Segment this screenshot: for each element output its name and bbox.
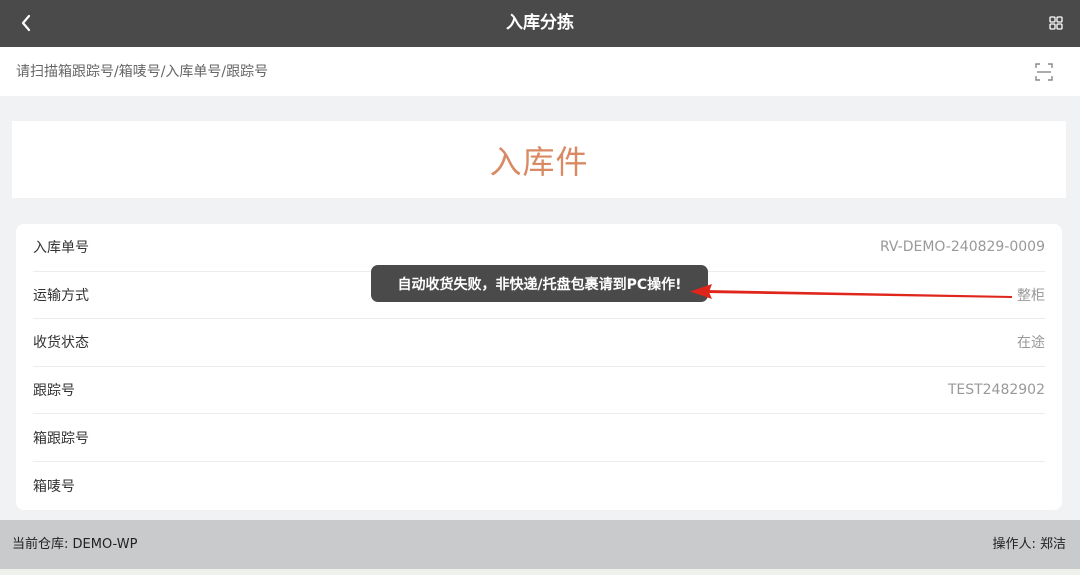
menu-button[interactable] <box>1046 13 1066 33</box>
package-type-card: 入库件 <box>12 121 1066 198</box>
info-label: 入库单号 <box>33 240 89 257</box>
bottom-strip <box>0 569 1080 575</box>
info-value: TEST2482902 <box>947 382 1045 399</box>
info-label: 箱跟踪号 <box>33 430 89 447</box>
info-row-box-mark: 箱唛号 <box>33 462 1045 510</box>
toast-message: 自动收货失败，非快递/托盘包裹请到PC操作! <box>397 276 682 293</box>
info-row-tracking-no: 跟踪号 TEST2482902 <box>33 367 1045 415</box>
info-label: 运输方式 <box>33 287 89 304</box>
error-toast: 自动收货失败，非快递/托盘包裹请到PC操作! <box>371 265 708 302</box>
current-warehouse: 当前仓库: DEMO-WP <box>12 537 138 552</box>
info-label: 跟踪号 <box>33 383 75 400</box>
info-value: 在途 <box>1017 335 1045 352</box>
scan-bar <box>0 47 1080 96</box>
info-value: 整柜 <box>1017 287 1045 304</box>
scan-icon[interactable] <box>1034 62 1054 82</box>
grid-icon <box>1049 16 1063 30</box>
info-value: RV-DEMO-240829-0009 <box>879 239 1045 256</box>
top-nav-bar: 入库分拣 <box>0 0 1080 47</box>
page-title: 入库分拣 <box>506 13 574 33</box>
info-row-receive-status: 收货状态 在途 <box>33 319 1045 367</box>
operator-name: 操作人: 郑洁 <box>992 537 1066 552</box>
info-label: 箱唛号 <box>33 478 75 495</box>
status-footer: 当前仓库: DEMO-WP 操作人: 郑洁 <box>0 520 1080 569</box>
info-row-box-tracking-no: 箱跟踪号 <box>33 414 1045 462</box>
info-label: 收货状态 <box>33 335 89 352</box>
scan-input[interactable] <box>0 47 1010 96</box>
package-type-label: 入库件 <box>489 142 589 181</box>
